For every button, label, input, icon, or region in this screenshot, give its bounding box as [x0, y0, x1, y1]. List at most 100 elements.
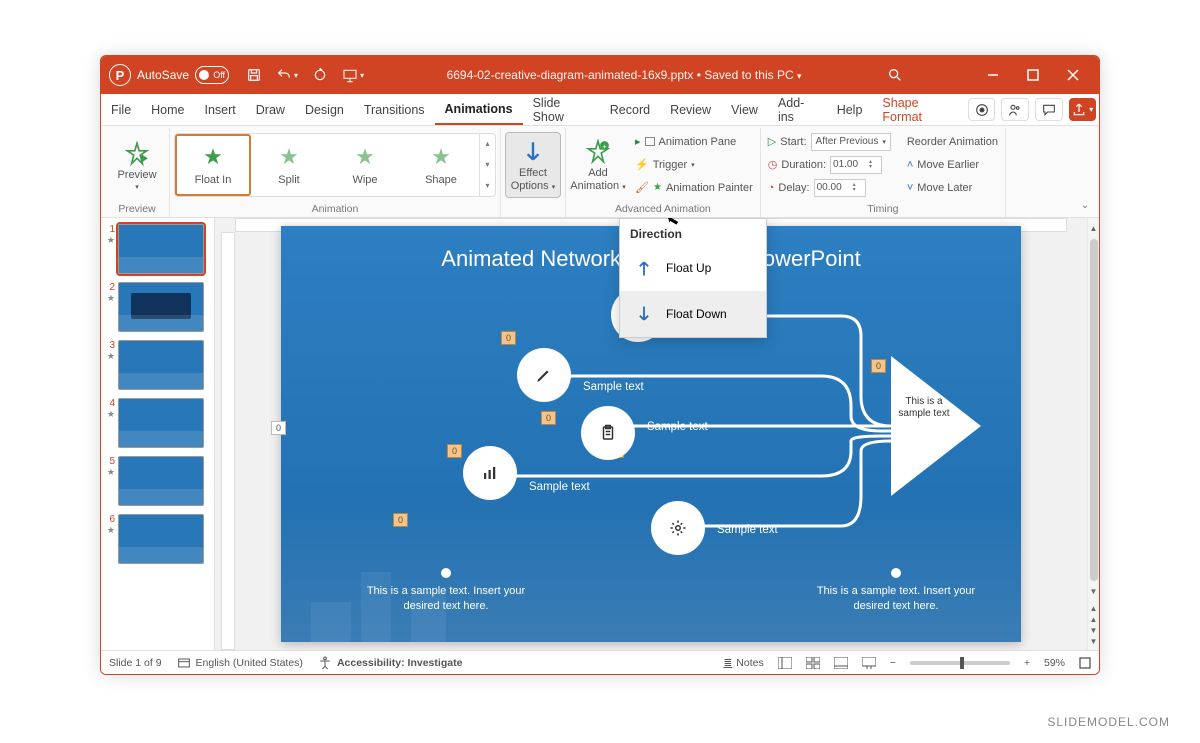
node-gear-icon[interactable]	[651, 501, 705, 555]
gallery-split[interactable]: ★Split	[251, 134, 327, 196]
tab-draw[interactable]: Draw	[246, 94, 295, 125]
normal-view-button[interactable]	[778, 657, 792, 669]
tab-review[interactable]: Review	[660, 94, 721, 125]
preview-button[interactable]: Preview▾	[109, 132, 165, 198]
anim-tag-0c[interactable]: 0	[447, 444, 462, 458]
gallery-shape[interactable]: ★Shape	[403, 134, 479, 196]
start-row[interactable]: ▷ Start: After Previous▾	[765, 132, 894, 152]
node-clipboard-icon[interactable]	[581, 406, 635, 460]
from-beginning-button[interactable]: ▾	[335, 56, 371, 94]
zoom-in-button[interactable]: +	[1024, 657, 1030, 669]
maximize-button[interactable]	[1013, 56, 1053, 94]
move-earlier-button[interactable]: ˄ Move Earlier	[904, 155, 1001, 175]
tab-transitions[interactable]: Transitions	[354, 94, 435, 125]
tab-record[interactable]: Record	[600, 94, 660, 125]
label-clipboard: Sample text	[647, 421, 708, 433]
ribbon: Preview▾ Preview ★Float In ★Split ★Wipe …	[101, 126, 1099, 218]
redo-button[interactable]	[305, 56, 335, 94]
anim-tag-0f[interactable]: 0	[393, 513, 408, 527]
thumb-6[interactable]	[118, 514, 204, 564]
tab-slideshow[interactable]: Slide Show	[523, 94, 600, 125]
node-pencil-icon[interactable]	[517, 348, 571, 402]
minimize-button[interactable]	[973, 56, 1013, 94]
zoom-out-button[interactable]: −	[890, 657, 896, 669]
fit-button[interactable]	[1079, 657, 1091, 669]
slideshow-view-button[interactable]	[862, 657, 876, 669]
tab-insert[interactable]: Insert	[195, 94, 246, 125]
title-bar: P AutoSave Off ▾ ▾ 6694-02-creative-diag…	[101, 56, 1099, 94]
anim-tag-0e[interactable]: 0	[871, 359, 886, 373]
animation-gallery[interactable]: ★Float In ★Split ★Wipe ★Shape ▴▾▾	[174, 133, 496, 197]
sorter-view-button[interactable]	[806, 657, 820, 669]
duration-row[interactable]: ◷ Duration: 01.00▴▾	[765, 155, 894, 175]
move-later-button[interactable]: ˅ Move Later	[904, 178, 1001, 198]
camera-button[interactable]	[968, 98, 996, 121]
undo-button[interactable]: ▾	[269, 56, 305, 94]
close-button[interactable]	[1053, 56, 1093, 94]
big-arrow[interactable]	[891, 356, 981, 496]
vertical-scrollbar[interactable]: ▲ ▼ ▲ ▲ ▼ ▼	[1087, 218, 1099, 650]
trigger-button[interactable]: ⚡ Trigger ▾	[632, 155, 756, 175]
tab-view[interactable]: View	[721, 94, 768, 125]
tab-home[interactable]: Home	[141, 94, 194, 125]
animation-painter-button[interactable]: 🖌★ Animation Painter	[632, 178, 756, 198]
anim-tag-floating[interactable]: 0	[271, 421, 286, 435]
duration-input: 01.00▴▾	[830, 156, 882, 174]
right-blurb: This is a sample text. Insert your desir…	[801, 568, 991, 614]
ruler-vertical	[221, 232, 235, 650]
accessibility-button[interactable]: Accessibility: Investigate	[317, 655, 462, 671]
thumb-3[interactable]	[118, 340, 204, 390]
zoom-slider[interactable]	[910, 661, 1010, 665]
arrow-up-icon	[634, 255, 654, 281]
group-timing-label: Timing	[765, 201, 1001, 217]
slide-canvas-wrap: Animated Network Diagram for PowerPoint …	[215, 218, 1087, 650]
notes-button[interactable]: ≣ Notes	[723, 657, 763, 669]
tab-design[interactable]: Design	[295, 94, 354, 125]
slide-counter[interactable]: Slide 1 of 9	[109, 657, 162, 669]
tab-addins[interactable]: Add-ins	[768, 94, 827, 125]
autosave-toggle[interactable]: AutoSave Off	[137, 66, 229, 84]
reading-view-button[interactable]	[834, 657, 848, 669]
anim-tag-0b[interactable]: 0	[541, 411, 556, 425]
animation-pane-button[interactable]: ▸ Animation Pane	[632, 132, 756, 152]
node-chart-icon[interactable]	[463, 446, 517, 500]
tab-shape-format[interactable]: Shape Format	[872, 94, 964, 125]
ribbon-collapse[interactable]: ⌄	[1075, 128, 1095, 217]
tab-help[interactable]: Help	[827, 94, 873, 125]
thumb-2[interactable]	[118, 282, 204, 332]
teams-button[interactable]	[1001, 98, 1029, 121]
search-button[interactable]	[877, 67, 913, 83]
app-icon: P	[109, 64, 131, 86]
label-gear: Sample text	[717, 524, 778, 536]
language-button[interactable]: English (United States)	[176, 655, 303, 671]
tab-file[interactable]: File	[101, 94, 141, 125]
effect-options-menu: Direction Float Up Float Down	[619, 218, 767, 338]
thumb-4[interactable]	[118, 398, 204, 448]
save-button[interactable]	[239, 56, 269, 94]
thumb-1[interactable]	[118, 224, 204, 274]
group-preview-label: Preview	[109, 201, 165, 217]
gallery-more[interactable]: ▴▾▾	[479, 134, 495, 196]
gallery-wipe[interactable]: ★Wipe	[327, 134, 403, 196]
thumbnail-pane[interactable]: 1★ 2★ 3★ 4★ 5★ 6★	[101, 218, 215, 650]
gallery-float-in[interactable]: ★Float In	[175, 134, 251, 196]
share-button[interactable]: ▾	[1069, 98, 1096, 121]
add-animation-button[interactable]: + Add Animation ▾	[570, 132, 626, 198]
arrow-text: This is a sample text	[889, 396, 959, 420]
option-float-down[interactable]: Float Down	[620, 291, 766, 337]
delay-row[interactable]: ◔ Delay: 00.00▴▾	[765, 178, 894, 198]
tab-animations[interactable]: Animations	[435, 94, 523, 125]
anim-tag-0a[interactable]: 0	[501, 331, 516, 345]
group-animation-label: Animation	[174, 201, 496, 217]
zoom-level[interactable]: 59%	[1044, 657, 1065, 669]
delay-input: 00.00▴▾	[814, 179, 866, 197]
comments-button[interactable]	[1035, 98, 1063, 121]
status-bar: Slide 1 of 9 English (United States) Acc…	[101, 650, 1099, 674]
effect-options-button[interactable]: Effect Options ▾	[505, 132, 561, 198]
thumb-5[interactable]	[118, 456, 204, 506]
svg-text:+: +	[602, 142, 607, 151]
label-pencil: Sample text	[583, 381, 644, 393]
left-blurb: This is a sample text. Insert your desir…	[351, 568, 541, 614]
arrow-down-icon	[634, 301, 654, 327]
option-float-up[interactable]: Float Up	[620, 245, 766, 291]
